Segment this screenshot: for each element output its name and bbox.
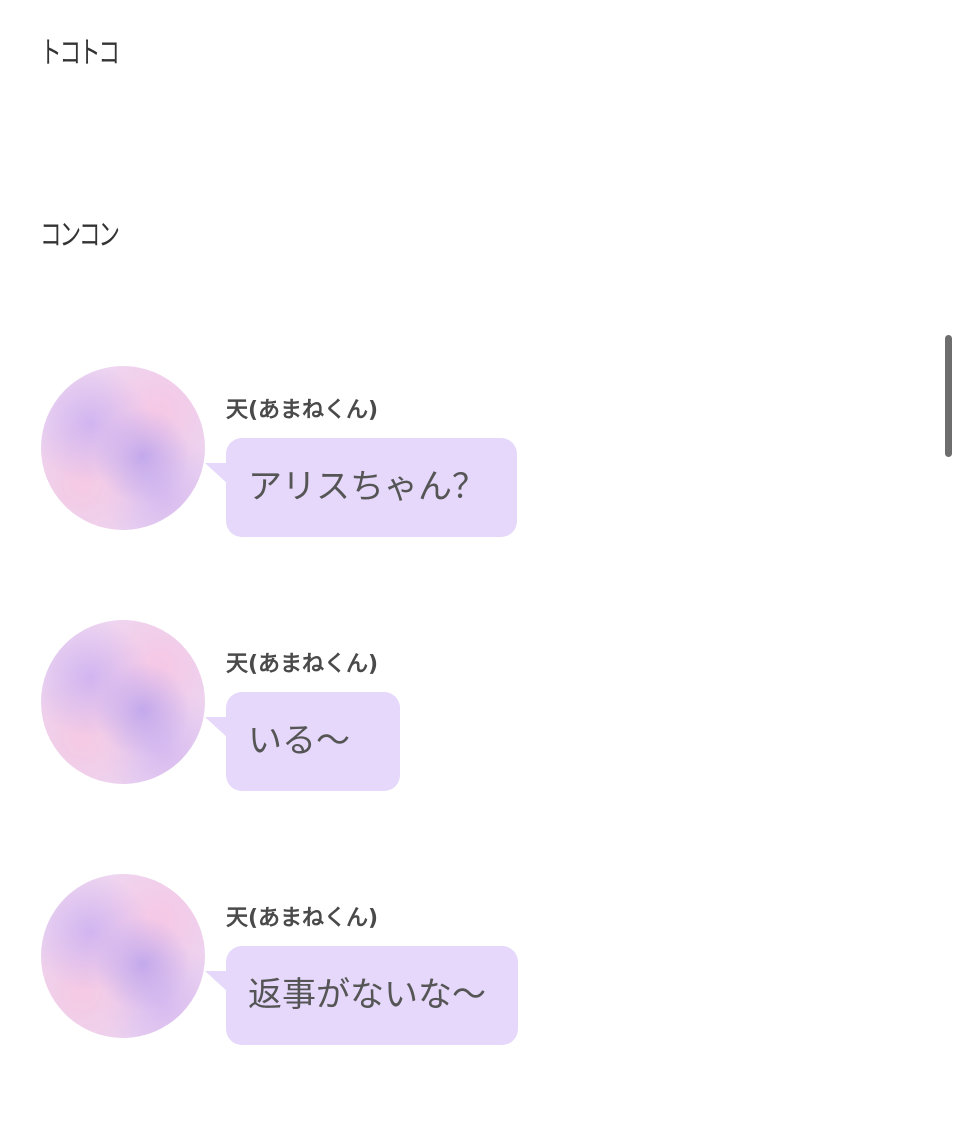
avatar[interactable] [41, 620, 205, 784]
message-bubble: アリスちゃん？ [226, 438, 517, 537]
sound-effect-footsteps: トコトコ [40, 36, 120, 71]
scrollbar-thumb[interactable] [945, 335, 952, 457]
sound-effect-knock: コンコン [40, 218, 120, 253]
chat-message: 天(あまねくん) アリスちゃん？ [41, 366, 641, 537]
sender-name: 天(あまねくん) [226, 398, 379, 423]
sender-name: 天(あまねくん) [226, 652, 379, 677]
message-bubble: 返事がないな〜 [226, 946, 518, 1045]
chat-message: 天(あまねくん) 返事がないな〜 [41, 874, 641, 1045]
chat-message: 天(あまねくん) いる〜 [41, 620, 641, 791]
avatar[interactable] [41, 874, 205, 1038]
avatar[interactable] [41, 366, 205, 530]
message-bubble: いる〜 [226, 692, 400, 791]
sender-name: 天(あまねくん) [226, 906, 379, 931]
